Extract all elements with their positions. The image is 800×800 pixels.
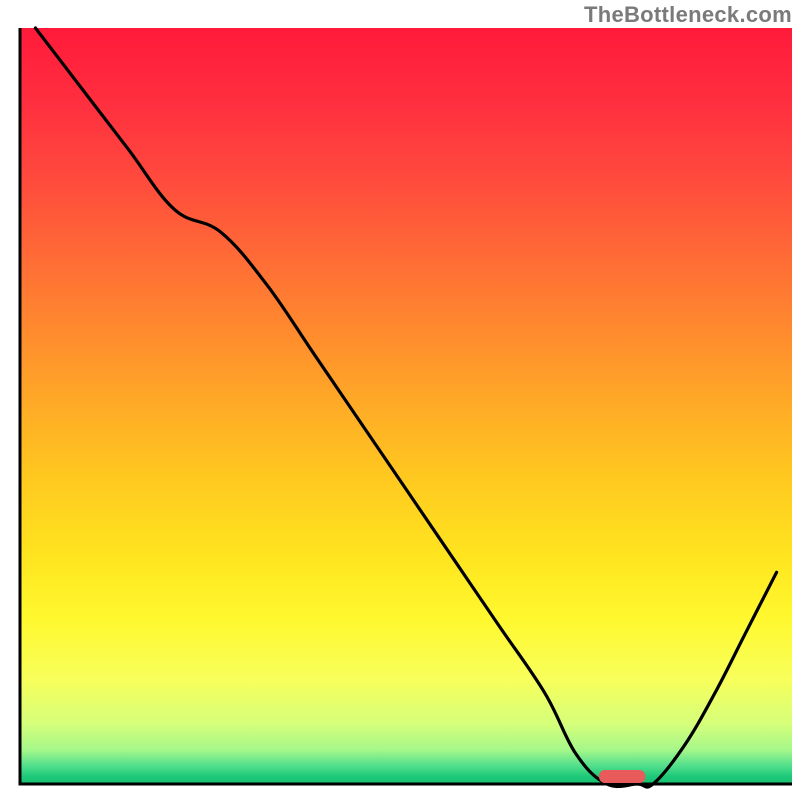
bottleneck-chart: TheBottleneck.com bbox=[0, 0, 800, 800]
optimal-range-marker bbox=[599, 770, 645, 783]
chart-canvas bbox=[0, 0, 800, 800]
plot-background bbox=[20, 28, 792, 784]
watermark-text: TheBottleneck.com bbox=[584, 2, 792, 28]
